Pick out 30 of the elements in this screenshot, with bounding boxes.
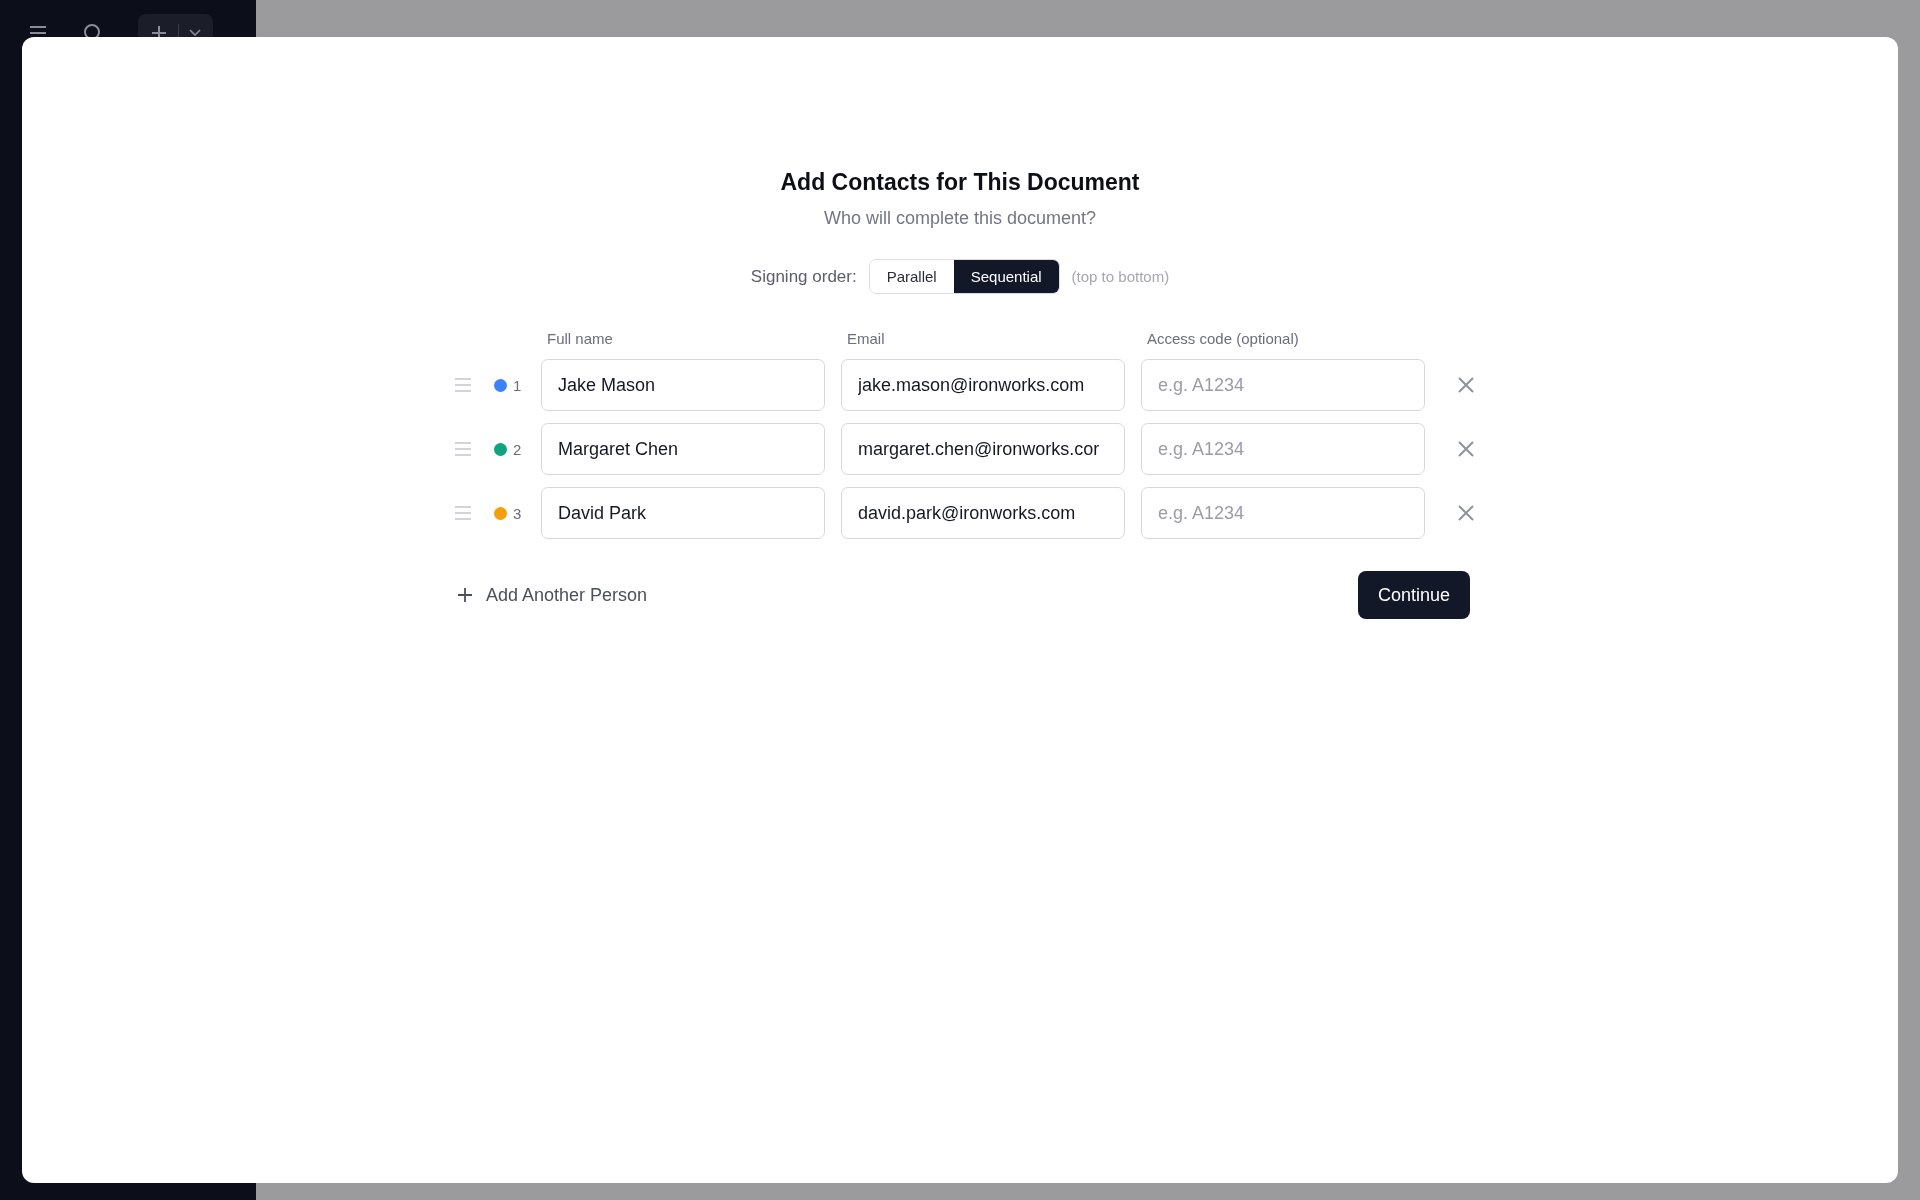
- column-label: Access code (optional): [1146, 330, 1300, 347]
- access-code-field[interactable]: e.g. A1234: [1141, 359, 1425, 411]
- order-number: 2: [513, 440, 522, 458]
- email-field[interactable]: margaret.chen@ironworks.cor: [841, 423, 1125, 475]
- remove-icon[interactable]: [1457, 504, 1475, 522]
- drag-handle-icon[interactable]: [454, 442, 472, 456]
- name-field[interactable]: Margaret Chen: [541, 423, 825, 475]
- name-field[interactable]: David Park: [541, 487, 825, 539]
- signing-order-label: Signing order:: [750, 266, 857, 287]
- column-label: Email: [846, 330, 886, 347]
- dialog-subtitle: Who will complete this document?: [823, 208, 1097, 229]
- plus-icon: [456, 586, 474, 604]
- add-person-button[interactable]: Add Another Person: [440, 584, 648, 606]
- drag-handle-icon[interactable]: [454, 506, 472, 520]
- signing-order-hint: (top to bottom): [1071, 268, 1170, 285]
- remove-icon[interactable]: [1457, 440, 1475, 458]
- drag-handle-icon[interactable]: [454, 378, 472, 392]
- email-field[interactable]: jake.mason@ironworks.com: [841, 359, 1125, 411]
- access-code-field[interactable]: e.g. A1234: [1141, 487, 1425, 539]
- column-label: Full name: [546, 330, 614, 347]
- email-field[interactable]: david.park@ironworks.com: [841, 487, 1125, 539]
- signing-order-option[interactable]: Sequential: [953, 260, 1059, 293]
- order-number: 1: [513, 376, 522, 394]
- name-field[interactable]: Jake Mason: [541, 359, 825, 411]
- remove-icon[interactable]: [1457, 376, 1475, 394]
- dialog-title: Add Contacts for This Document: [780, 169, 1140, 196]
- continue-button[interactable]: Continue: [1357, 571, 1470, 619]
- caret-icon: [189, 29, 201, 37]
- order-number: 3: [513, 504, 522, 522]
- access-code-field[interactable]: e.g. A1234: [1141, 423, 1425, 475]
